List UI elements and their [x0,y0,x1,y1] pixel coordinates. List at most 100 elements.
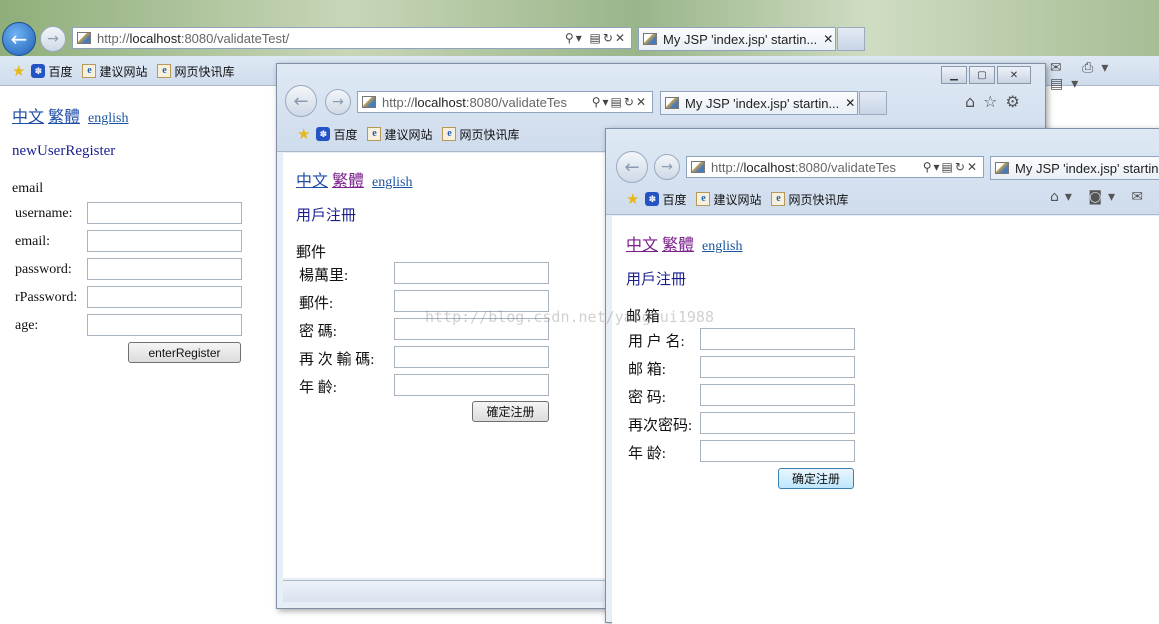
close-window-icon[interactable]: ✕ [997,66,1031,84]
back-arrow-icon[interactable]: ← [285,85,317,117]
back-arrow-icon[interactable]: ← [616,151,648,183]
favorite-label: 建议网站 [384,127,433,142]
username-input[interactable] [700,328,855,350]
favorite-label: 网页快讯库 [174,64,235,79]
favorite-label: 网页快讯库 [459,127,520,142]
password-input[interactable] [87,258,242,280]
back-arrow-icon[interactable]: ← [2,22,36,56]
favorites-star-icon[interactable]: ★ [12,62,25,80]
maximize-icon[interactable]: ▢ [969,66,995,84]
page-content-3: 中文 繁體 english 用戶注冊 邮 箱 用 户 名: 邮 箱: 密 码: 再次… [612,216,1159,624]
forward-arrow-icon[interactable]: → [325,89,351,115]
link-traditional[interactable]: 繁體 [332,173,364,190]
age-input[interactable] [87,314,242,336]
forward-arrow-icon[interactable]: → [654,154,680,180]
close-tab-icon[interactable]: ✕ [817,32,835,46]
tab-active[interactable]: My JSP 'index.jsp' startin... ✕ [660,91,858,115]
favorites-list: ★ ✽ 百度 e 建议网站 e 网页快讯库 [626,190,859,208]
enter-register-button[interactable]: enterRegister [128,342,241,363]
age-input[interactable] [700,440,855,462]
address-bar[interactable]: http://localhost:8080/validateTest/ ⚲▾ ▤… [72,27,632,49]
page-title: newUserRegister [12,143,116,159]
favorite-webslice[interactable]: e 网页快讯库 [442,126,520,143]
url-prefix: http:// [382,94,415,110]
email-input[interactable] [700,356,855,378]
page-title: 用戶注冊 [296,208,357,224]
page-title: 用戶注冊 [626,272,687,288]
favorite-baidu[interactable]: ✽ 百度 [31,63,72,80]
link-traditional[interactable]: 繁體 [662,237,694,254]
ie-icon: e [442,127,457,141]
rpassword-input[interactable] [394,346,549,368]
link-chinese[interactable]: 中文 [12,109,44,126]
ie-icon: e [82,64,97,78]
address-controls[interactable]: ⚲▾▤↻✕ [923,160,983,174]
link-chinese[interactable]: 中文 [626,237,658,254]
tab-title: My JSP 'index.jsp' startin... [1015,160,1159,176]
favorite-baidu[interactable]: ✽ 百度 [316,126,357,143]
label-username: username: [15,206,73,221]
url-host: localhost [743,159,795,175]
rpassword-input[interactable] [87,286,242,308]
link-english[interactable]: english [372,175,412,190]
favorite-webslice[interactable]: e 网页快讯库 [157,63,235,80]
new-tab-button[interactable] [859,91,887,115]
favorite-label: 百度 [48,64,73,79]
label-email: email: [15,234,50,249]
tab-active[interactable]: My JSP 'index.jsp' startin... [990,156,1159,180]
home-star-gear-icons[interactable]: ⌂☆⚙ [965,92,1028,111]
favorite-label: 网页快讯库 [788,192,849,207]
window-2-controls[interactable]: ▁ ▢ ✕ [939,66,1031,84]
home-rss-icons[interactable]: ⌂▾ ◙▾ ✉ [1050,189,1149,205]
favorite-label: 百度 [333,127,358,142]
tab-page-icon [643,33,657,45]
toolbar-right-icons[interactable]: ✉ ⎙▾ ▤▾ [1050,60,1159,92]
favorites-star-icon[interactable]: ★ [297,125,310,143]
label-age: 年 龄: [628,446,666,462]
link-english[interactable]: english [88,111,128,126]
favorite-suggested[interactable]: e 建议网站 [367,126,432,143]
confirm-register-button[interactable]: 确定注册 [778,468,854,489]
favorite-webslice[interactable]: e 网页快讯库 [771,191,849,208]
url-path: :8080/validateTes [465,94,568,110]
ie-icon: e [771,192,786,206]
url-prefix: http:// [711,159,744,175]
password-input[interactable] [700,384,855,406]
browser-window-3: ← → http://localhost:8080/validateTes ⚲▾… [605,128,1159,624]
label-rpassword: 再 次 輸 碼: [299,352,375,368]
link-english[interactable]: english [702,239,742,254]
age-input[interactable] [394,374,549,396]
label-rpassword: 再次密码: [628,418,693,434]
ie-icon: e [367,127,382,141]
tab-active[interactable]: My JSP 'index.jsp' startin... ✕ [638,27,836,51]
tab-page-icon [995,162,1009,174]
url-prefix: http:// [97,30,130,46]
address-bar[interactable]: http://localhost:8080/validateTes ⚲▾▤↻✕ [357,91,653,113]
tab-page-icon [665,97,679,109]
address-controls[interactable]: ⚲▾▤↻✕ [592,95,652,109]
rpassword-input[interactable] [700,412,855,434]
email-input[interactable] [87,230,242,252]
address-controls[interactable]: ⚲▾ ▤↻✕ [565,31,631,45]
link-traditional[interactable]: 繁體 [48,109,80,126]
favorites-star-icon[interactable]: ★ [626,190,639,208]
page-icon [77,32,91,44]
label-email: 邮 箱: [628,362,666,378]
url-host: localhost [414,94,466,110]
minimize-icon[interactable]: ▁ [941,66,967,84]
forward-arrow-icon[interactable]: → [40,26,66,52]
username-input[interactable] [394,262,549,284]
favorite-suggested[interactable]: e 建议网站 [82,63,147,80]
username-input[interactable] [87,202,242,224]
close-tab-icon[interactable]: ✕ [839,96,857,110]
link-chinese[interactable]: 中文 [296,173,328,190]
confirm-register-button[interactable]: 確定注册 [472,401,549,422]
baidu-icon: ✽ [31,64,46,78]
favorite-label: 百度 [662,192,687,207]
new-tab-button[interactable] [837,27,865,51]
label-email: 郵件: [299,296,334,312]
favorite-baidu[interactable]: ✽ 百度 [645,191,686,208]
address-bar[interactable]: http://localhost:8080/validateTes ⚲▾▤↻✕ [686,156,984,178]
favorite-suggested[interactable]: e 建议网站 [696,191,761,208]
tab-title: My JSP 'index.jsp' startin... [663,31,818,47]
